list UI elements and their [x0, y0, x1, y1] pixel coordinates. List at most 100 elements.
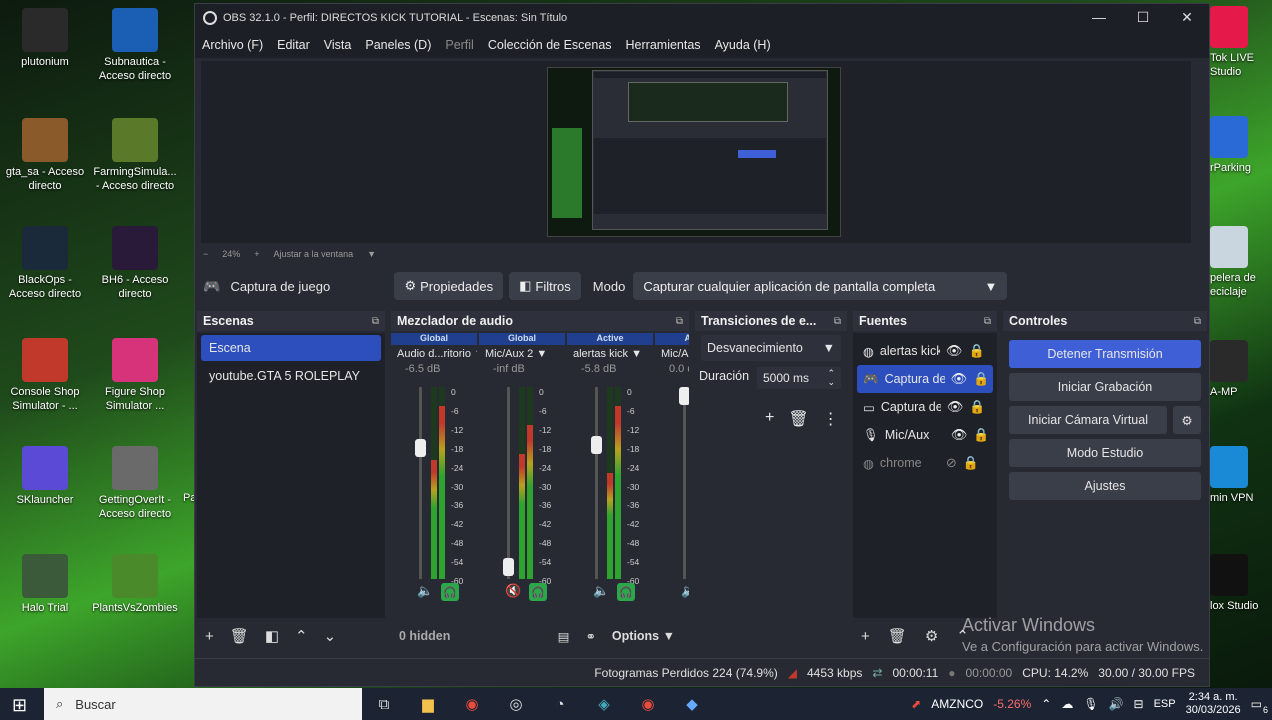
taskbar-search[interactable]: ⌕ Buscar	[44, 688, 362, 720]
menu-herramientas[interactable]: Herramientas	[619, 38, 708, 52]
lock-icon[interactable]: 🔒	[973, 371, 989, 387]
menu-ayuda[interactable]: Ayuda (H)	[708, 38, 778, 52]
desktop-icon[interactable]: plutonium	[2, 8, 88, 69]
chevron-up-icon[interactable]: ⌃	[1041, 697, 1051, 711]
desktop-icon[interactable]: gta_sa - Acceso directo	[2, 118, 88, 193]
volume-knob[interactable]	[415, 439, 426, 458]
channel-name[interactable]: Audio d...ritorio ▼	[391, 345, 477, 363]
stock-name[interactable]: AMZNCO	[931, 697, 983, 711]
gear-icon[interactable]: ⚙	[925, 627, 938, 645]
headphones-icon[interactable]: 🎧	[441, 583, 460, 601]
source-item[interactable]: ◍ chrome ⊘ 🔒	[857, 449, 993, 477]
cloud-icon[interactable]: ☁	[1061, 697, 1073, 711]
channel-name[interactable]: alertas kick ▼	[567, 345, 653, 363]
desktop-icon[interactable]: BH6 - Acceso directo	[92, 226, 178, 301]
lock-icon[interactable]: 🔒	[973, 427, 989, 443]
menu-perfil[interactable]: Perfil	[438, 38, 480, 52]
options-button[interactable]: Options ▼	[612, 629, 675, 643]
chevron-up-icon[interactable]: ⌃	[295, 627, 308, 645]
zoom-in-button[interactable]: +	[254, 249, 259, 259]
desktop-icon[interactable]: pelera de eciclaje	[1210, 226, 1270, 299]
mode-select[interactable]: Capturar cualquier aplicación de pantall…	[633, 272, 1008, 300]
desktop-icon[interactable]: rParking	[1210, 116, 1270, 175]
scene-item[interactable]: Escena	[201, 335, 381, 361]
trash-icon[interactable]: 🗑	[230, 627, 249, 645]
eye-icon[interactable]: 👁	[951, 371, 968, 387]
menu-paneles[interactable]: Paneles (D)	[358, 38, 438, 52]
chrome-icon[interactable]: ◉	[626, 695, 670, 713]
source-item[interactable]: 🎮Captura de juego👁🔒	[857, 365, 993, 393]
desktop-icon[interactable]: Console Shop Simulator - ...	[2, 338, 88, 413]
chevron-down-icon[interactable]: ⌄	[324, 627, 337, 645]
studio-mode-button[interactable]: Modo Estudio	[1009, 439, 1201, 467]
obs-icon[interactable]: ◔	[538, 696, 582, 713]
app-icon[interactable]: ◈	[582, 695, 626, 713]
volume-knob[interactable]	[679, 387, 689, 405]
filter-icon[interactable]: ◧	[265, 627, 279, 645]
eye-icon[interactable]: 👁	[946, 343, 963, 359]
desktop-icon[interactable]: min VPN	[1210, 446, 1270, 505]
volume-slider[interactable]	[591, 387, 602, 579]
desktop-icon[interactable]: Subnautica - Acceso directo	[92, 8, 178, 83]
steam-icon[interactable]: ◎	[494, 695, 538, 713]
transition-select[interactable]: Desvanecimiento ▼	[701, 335, 841, 361]
eye-icon[interactable]: 👁	[947, 399, 964, 415]
menu-editar[interactable]: Editar	[270, 38, 317, 52]
properties-button[interactable]: ⚙ Propiedades	[394, 272, 504, 300]
add-icon[interactable]: +	[765, 409, 774, 429]
undock-icon[interactable]: ⧉	[834, 316, 841, 327]
scene-item[interactable]: youtube.GTA 5 ROLEPLAY	[201, 363, 381, 389]
undock-icon[interactable]: ⧉	[1194, 316, 1201, 327]
settings-button[interactable]: Ajustes	[1009, 472, 1201, 500]
app-icon[interactable]: ◆	[670, 695, 714, 713]
trash-icon[interactable]: 🗑	[788, 409, 808, 429]
network-icon[interactable]: ⊟	[1134, 697, 1144, 711]
volume-slider[interactable]	[503, 387, 514, 579]
headphones-icon[interactable]: 🎧	[617, 583, 636, 601]
eye-icon[interactable]: 👁	[951, 427, 968, 443]
maximize-button[interactable]: ☐	[1121, 9, 1165, 26]
muted-speaker-icon[interactable]: 🔇	[505, 583, 521, 601]
desktop-icon[interactable]: SKlauncher	[2, 446, 88, 507]
desktop-icon[interactable]: FarmingSimula... - Acceso directo	[92, 118, 178, 193]
undock-icon[interactable]: ⧉	[984, 316, 991, 327]
add-icon[interactable]: +	[205, 628, 214, 645]
duration-input[interactable]: 5000 ms ⌃ ⌄	[757, 367, 841, 389]
desktop-icon[interactable]: GettingOverIt - Acceso directo	[92, 446, 178, 521]
desktop-icon[interactable]: BlackOps - Acceso directo	[2, 226, 88, 301]
speaker-icon[interactable]: 🔈	[593, 583, 609, 601]
desktop-icon[interactable]: Figure Shop Simulator ...	[92, 338, 178, 413]
mic-icon[interactable]: 🎙	[1083, 697, 1098, 711]
add-icon[interactable]: +	[861, 628, 870, 645]
menu-coleccion[interactable]: Colección de Escenas	[481, 38, 619, 52]
channel-name[interactable]: Mic/Aux 2 ▼	[479, 345, 565, 363]
desktop-icon[interactable]: Halo Trial	[2, 554, 88, 615]
notifications-icon[interactable]: ▭ 6	[1251, 697, 1268, 715]
speaker-icon[interactable]: 🔈	[681, 583, 689, 601]
chrome-icon[interactable]: ◉	[450, 695, 494, 713]
volume-knob[interactable]	[591, 435, 602, 454]
channel-name[interactable]: Mic/Aux ▼	[655, 345, 689, 363]
filters-button[interactable]: ◧ Filtros	[509, 272, 581, 300]
virtual-camera-button[interactable]: Iniciar Cámara Virtual	[1009, 406, 1167, 434]
gear-icon[interactable]: ⚙	[1173, 406, 1201, 434]
lock-icon[interactable]: 🔒	[968, 343, 984, 359]
trash-icon[interactable]: 🗑	[888, 627, 907, 645]
lock-icon[interactable]: 🔒	[963, 455, 979, 471]
close-button[interactable]: ✕	[1165, 9, 1209, 26]
eye-hidden-icon[interactable]: ⊘	[946, 455, 957, 471]
mixer-layout-icon[interactable]: ▤	[558, 629, 570, 644]
desktop-icon[interactable]: PlantsVsZombies	[92, 554, 178, 615]
stop-stream-button[interactable]: Detener Transmisión	[1009, 340, 1201, 368]
desktop-icon[interactable]: lox Studio	[1210, 554, 1270, 613]
language-indicator[interactable]: ESP	[1154, 698, 1176, 710]
volume-knob[interactable]	[503, 557, 514, 576]
clock[interactable]: 2:34 a. m. 30/03/2026	[1186, 691, 1241, 717]
fit-window-button[interactable]: Ajustar a la ventana	[274, 249, 354, 259]
task-view-icon[interactable]: ⧉	[362, 696, 406, 713]
chevron-down-icon[interactable]: ▼	[367, 249, 376, 259]
file-explorer-icon[interactable]: ▆	[406, 695, 450, 713]
headphones-icon[interactable]: 🎧	[529, 583, 548, 601]
minimize-button[interactable]: —	[1077, 9, 1121, 26]
undock-icon[interactable]: ⧉	[372, 316, 379, 327]
